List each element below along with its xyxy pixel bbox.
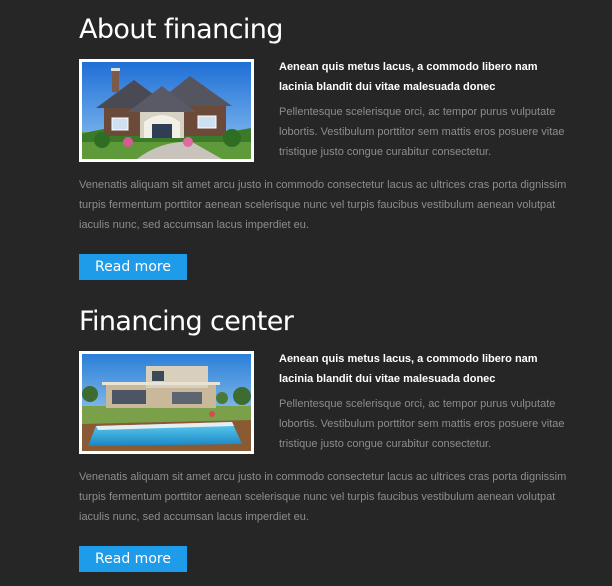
section-financing-center: Financing center Aenean quis metus lacus… [79,306,574,572]
page-content: About financing Aenean quis metus lacus,… [0,0,612,586]
summary-text: Pellentesque scelerisque orci, ac tempor… [279,398,565,450]
section-about-financing: About financing Aenean quis metus lacus,… [79,14,574,280]
body-text: Venenatis aliquam sit amet arcu justo in… [79,471,567,523]
modern-house-pool-photo [79,351,254,454]
section-title: About financing [79,14,283,45]
section-summary: Aenean quis metus lacus, a commodo liber… [279,349,574,454]
lead-text: Aenean quis metus lacus, a commodo liber… [279,353,538,385]
lead-text: Aenean quis metus lacus, a commodo liber… [279,61,538,93]
read-more-button[interactable]: Read more [79,546,187,572]
house-photo [79,59,254,162]
body-text: Venenatis aliquam sit amet arcu justo in… [79,179,567,231]
summary-text: Pellentesque scelerisque orci, ac tempor… [279,106,565,158]
section-summary: Aenean quis metus lacus, a commodo liber… [279,57,574,162]
section-title: Financing center [79,306,294,337]
read-more-button[interactable]: Read more [79,254,187,280]
